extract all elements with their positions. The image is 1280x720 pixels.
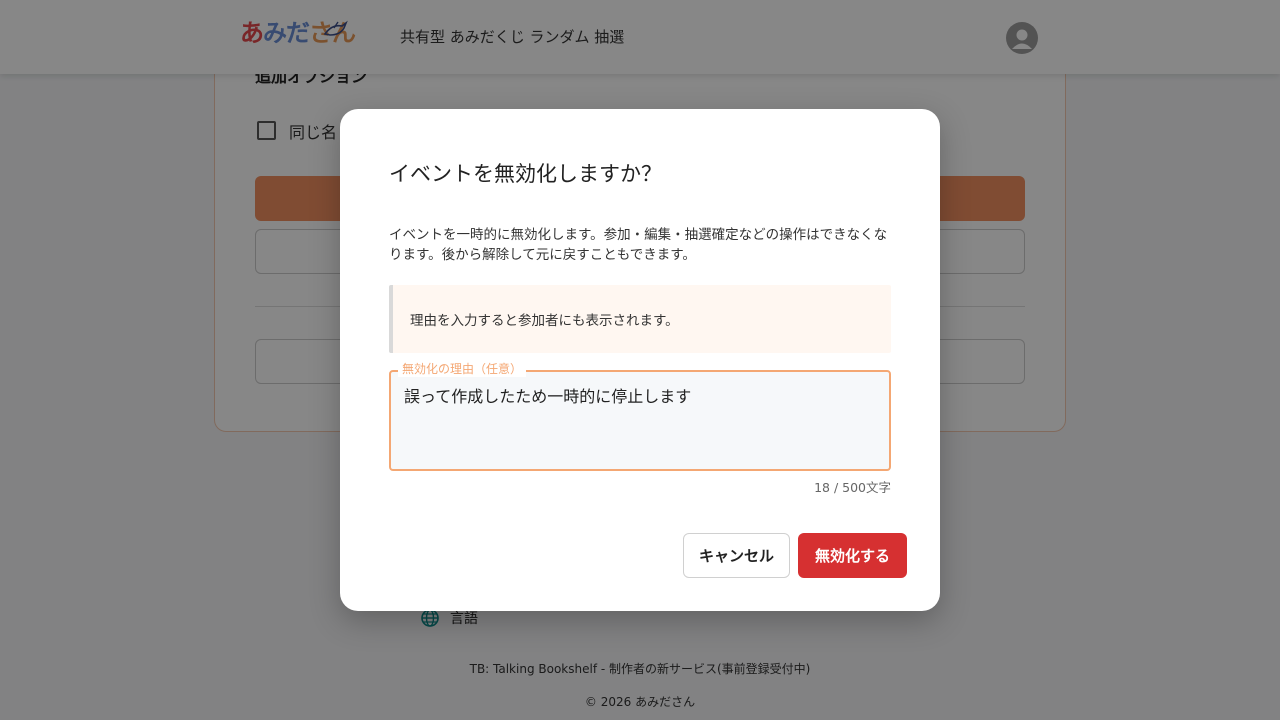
reason-field-label: 無効化の理由（任意）	[398, 361, 527, 377]
disable-event-dialog: イベントを無効化しますか？ イベントを一時的に無効化します。参加・編集・抽選確定…	[340, 109, 940, 611]
info-note: 理由を入力すると参加者にも表示されます。	[389, 285, 891, 353]
cancel-button[interactable]: キャンセル	[683, 533, 790, 578]
reason-field-value[interactable]: 誤って作成したため一時的に停止します	[404, 386, 691, 408]
disable-button[interactable]: 無効化する	[798, 533, 907, 578]
info-note-text: 理由を入力すると参加者にも表示されます。	[410, 313, 679, 329]
character-count: 18 / 500文字	[814, 480, 891, 495]
dialog-description: イベントを一時的に無効化します。参加・編集・抽選確定などの操作はできなくなります…	[389, 227, 888, 263]
dialog-title: イベントを無効化しますか？	[389, 162, 662, 186]
